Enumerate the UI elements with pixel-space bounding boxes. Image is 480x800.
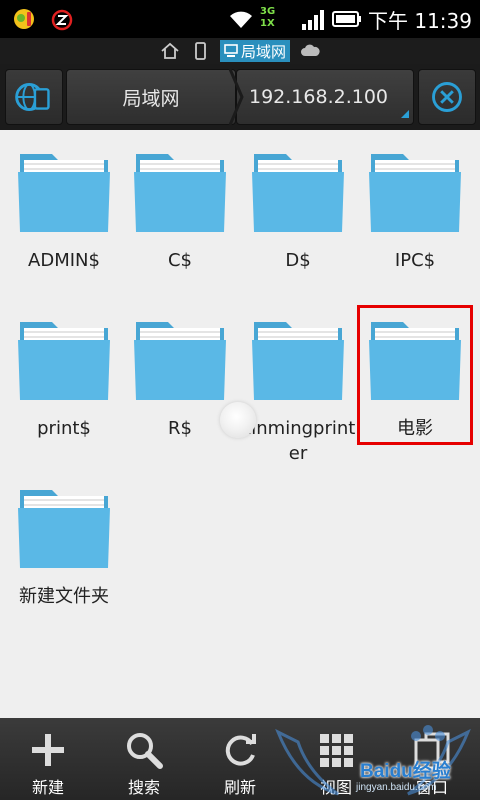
breadcrumb-lan[interactable]: 局域网 xyxy=(66,69,236,125)
status-bar: 3G 1X 下午 11:39 xyxy=(0,0,480,38)
search-label: 搜索 xyxy=(127,778,160,797)
close-button[interactable] xyxy=(418,69,476,125)
network-devices-icon xyxy=(15,83,50,111)
breadcrumb-separator xyxy=(228,69,244,125)
folder-name: ADMIN$ xyxy=(28,250,100,271)
folder-item[interactable]: ADMIN$ xyxy=(6,130,122,273)
folder-name: IPC$ xyxy=(394,250,436,271)
network-type-1x: 1X xyxy=(260,18,275,29)
computer-icon xyxy=(224,44,238,57)
folder-name: xinmingprinter xyxy=(240,418,356,464)
folder-name: C$ xyxy=(167,250,193,271)
app-notification-icon xyxy=(14,9,34,29)
folder-item[interactable]: C$ xyxy=(122,130,238,273)
folder-item[interactable]: IPC$ xyxy=(357,130,473,273)
network-type-indicator: 3G 1X xyxy=(260,6,294,32)
path-current-lan[interactable]: 局域网 xyxy=(219,40,290,62)
new-button[interactable]: 新建 xyxy=(0,718,96,800)
folder-icon xyxy=(134,322,226,400)
folder-icon xyxy=(252,322,344,400)
search-button[interactable]: 搜索 xyxy=(96,718,192,800)
folder-item[interactable]: xinmingprinter xyxy=(240,298,356,466)
signal-strength-icon xyxy=(302,10,324,30)
folder-item[interactable]: D$ xyxy=(240,130,356,273)
watermark-text: Baidu经验 xyxy=(360,761,451,782)
search-icon xyxy=(127,733,163,769)
folder-icon xyxy=(252,154,344,232)
folder-name: D$ xyxy=(285,250,311,271)
new-label: 新建 xyxy=(31,778,64,797)
folder-icon xyxy=(18,154,110,232)
dropdown-corner-icon xyxy=(401,110,409,118)
folder-name: print$ xyxy=(37,418,91,439)
folder-item[interactable]: print$ xyxy=(6,298,122,441)
close-icon xyxy=(432,82,462,112)
folder-icon xyxy=(18,490,110,568)
breadcrumb-ip-label: 192.168.2.100 xyxy=(249,86,389,108)
network-type-3g: 3G xyxy=(260,6,276,17)
loading-spinner xyxy=(220,402,256,438)
alarm-icon xyxy=(51,9,73,31)
view-label: 视图 xyxy=(319,778,352,797)
wifi-icon xyxy=(230,11,252,28)
selection-highlight-box xyxy=(357,305,473,445)
battery-icon xyxy=(332,11,361,27)
grid-view-icon xyxy=(320,734,353,767)
refresh-button[interactable]: 刷新 xyxy=(192,718,288,800)
folder-icon xyxy=(18,322,110,400)
refresh-label: 刷新 xyxy=(223,778,256,797)
folder-item[interactable]: 新建文件夹 xyxy=(6,466,122,609)
clock: 下午 11:39 xyxy=(368,8,472,33)
network-button[interactable] xyxy=(5,69,63,125)
folder-icon xyxy=(134,154,226,232)
path-strip: 局域网 xyxy=(0,38,480,64)
watermark-subtext: jingyan.baidu.com xyxy=(356,782,437,793)
home-icon[interactable] xyxy=(160,42,180,60)
refresh-icon xyxy=(225,734,256,766)
path-current-label: 局域网 xyxy=(240,42,286,61)
toolbar: 局域网 192.168.2.100 xyxy=(0,64,480,130)
plus-icon xyxy=(32,734,64,766)
folder-name: 新建文件夹 xyxy=(19,586,109,607)
cloud-icon[interactable] xyxy=(300,42,320,60)
phone-storage-icon[interactable] xyxy=(190,42,210,60)
breadcrumb-ip[interactable]: 192.168.2.100 xyxy=(236,69,414,125)
folder-icon xyxy=(369,154,461,232)
